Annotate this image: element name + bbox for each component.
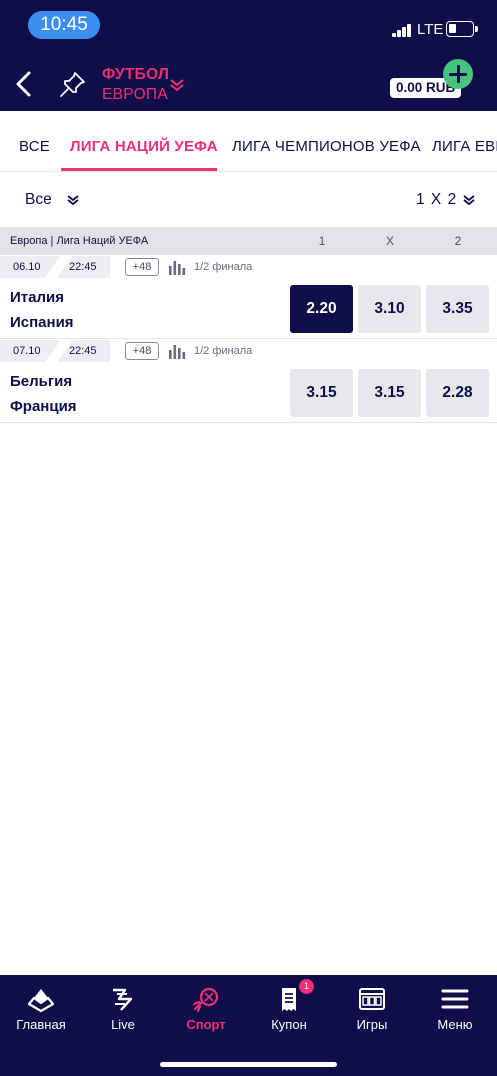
nav-home[interactable]: Главная [0, 975, 82, 1045]
nav-menu[interactable]: Меню [414, 975, 496, 1045]
home-indicator[interactable] [160, 1062, 337, 1067]
odd-draw-button[interactable]: 3.15 [358, 369, 421, 417]
home-icon [27, 989, 55, 1013]
column-away: 2 [454, 234, 462, 248]
nav-home-label: Главная [16, 1017, 66, 1032]
event-row[interactable]: 07.10 22:45 +48 1/2 финала Бельгия Франц… [0, 339, 497, 423]
league-tabs: ВСЕ ЛИГА НАЦИЙ УЕФА ЛИГА ЧЕМПИОНОВ УЕФА … [0, 111, 497, 172]
network-type: LTE [417, 21, 444, 38]
event-time: 22:45 [69, 345, 97, 357]
event-time: 22:45 [69, 261, 97, 273]
more-markets-badge[interactable]: +48 [125, 342, 159, 360]
nav-live[interactable]: Live [82, 975, 164, 1045]
event-date: 06.10 [13, 261, 41, 273]
away-team: Франция [10, 398, 77, 415]
tab-all[interactable]: ВСЕ [19, 138, 50, 155]
away-team: Испания [10, 314, 74, 331]
top-bar: 10:45 LTE ФУТБОЛ ЕВРОПА 0.00 RUB [0, 0, 497, 111]
odd-away-button[interactable]: 2.28 [426, 369, 489, 417]
statistics-icon[interactable] [168, 343, 186, 359]
column-home: 1 [318, 234, 326, 248]
nav-coupon-label: Купон [271, 1017, 307, 1032]
home-team: Италия [10, 289, 64, 306]
filter-row: Все 1 X 2 [0, 172, 497, 227]
add-funds-button[interactable] [443, 59, 473, 89]
market-chevron-down-icon[interactable] [462, 193, 476, 207]
live-icon [113, 988, 133, 1011]
back-arrow-icon[interactable] [12, 68, 36, 100]
column-draw: X [385, 234, 394, 248]
sport-title[interactable]: ФУТБОЛ [102, 66, 169, 84]
status-time: 10:45 [28, 11, 100, 39]
nav-games[interactable]: Игры [331, 975, 413, 1045]
odd-away-button[interactable]: 3.35 [426, 285, 489, 333]
event-stage: 1/2 финала [194, 261, 253, 273]
nav-games-label: Игры [356, 1017, 388, 1032]
event-date: 07.10 [13, 345, 41, 357]
nav-sport[interactable]: Спорт [165, 975, 247, 1045]
home-team: Бельгия [10, 373, 73, 390]
cellular-signal-icon [392, 24, 412, 37]
event-datetime: 07.10 22:45 [0, 339, 110, 363]
nav-sport-label: Спорт [186, 1017, 226, 1032]
bottom-navigation: Главная Live Спорт 1 Купон Игры Меню [0, 975, 497, 1076]
status-bar: 10:45 LTE [0, 0, 497, 54]
menu-icon [441, 989, 469, 1009]
slots-icon [359, 988, 385, 1010]
odd-home-button[interactable]: 3.15 [290, 369, 353, 417]
league-header: Европа | Лига Наций УЕФА 1 X 2 [0, 227, 497, 255]
more-markets-badge[interactable]: +48 [125, 258, 159, 276]
battery-icon [446, 21, 478, 37]
region-subtitle[interactable]: ЕВРОПА [102, 86, 168, 104]
active-tab-indicator [61, 168, 217, 171]
nav-menu-label: Меню [437, 1017, 473, 1032]
event-filter-select[interactable]: Все [25, 191, 52, 209]
market-type-select[interactable]: 1 X 2 [416, 191, 457, 209]
odd-home-button[interactable]: 2.20 [290, 285, 353, 333]
event-datetime: 06.10 22:45 [0, 255, 110, 279]
double-chevron-down-icon[interactable] [168, 76, 186, 94]
nav-coupon[interactable]: 1 Купон [248, 975, 330, 1045]
league-name: Европа | Лига Наций УЕФА [10, 235, 149, 247]
event-row[interactable]: 06.10 22:45 +48 1/2 финала Италия Испани… [0, 255, 497, 339]
tab-champions-league[interactable]: ЛИГА ЧЕМПИОНОВ УЕФА [232, 138, 421, 155]
sport-icon [192, 987, 219, 1013]
event-stage: 1/2 финала [194, 345, 253, 357]
tab-nations-league[interactable]: ЛИГА НАЦИЙ УЕФА [70, 138, 218, 155]
pin-icon[interactable] [57, 68, 89, 100]
coupon-count-badge: 1 [299, 979, 314, 994]
tab-europa-league[interactable]: ЛИГА ЕВР [432, 138, 497, 155]
filter-chevron-down-icon[interactable] [66, 193, 80, 207]
nav-live-label: Live [111, 1017, 135, 1032]
odd-draw-button[interactable]: 3.10 [358, 285, 421, 333]
statistics-icon[interactable] [168, 259, 186, 275]
